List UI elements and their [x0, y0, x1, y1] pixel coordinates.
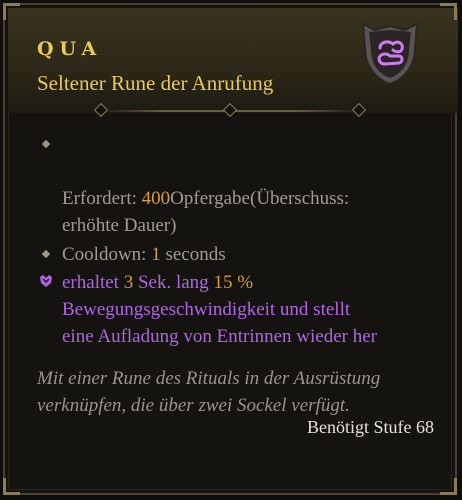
requirement-value: 400: [141, 188, 171, 209]
frame-corner: [440, 3, 457, 20]
requirement-line-2: erhöhte Dauer): [62, 215, 177, 236]
effect-percent: 15 %: [213, 272, 254, 293]
header-divider: [93, 102, 367, 118]
effect-prefix: erhaltet: [62, 272, 119, 293]
effect-mid: Sek. lang: [137, 272, 209, 293]
effect-bullet-icon: [40, 275, 52, 287]
effect-line-1: erhaltet 3 Sek. lang 15 %: [62, 270, 253, 295]
item-name: QUA: [37, 38, 103, 60]
frame-corner: [440, 478, 457, 495]
frame-corner: [3, 478, 20, 495]
cooldown-unit: seconds: [165, 244, 226, 265]
effect-duration: 3: [123, 272, 134, 293]
requirement-rest: Opfergabe(Überschuss:: [170, 188, 350, 209]
rune-emblem-icon: [361, 22, 419, 86]
item-type: Seltener Rune der Anrufung: [37, 71, 274, 95]
flavor-line-2: verknüpfen, die über zwei Sockel verfügt…: [37, 395, 350, 416]
cooldown-label: Cooldown:: [62, 244, 147, 265]
flavor-line-1: Mit einer Rune des Rituals in der Ausrüs…: [37, 368, 381, 389]
effect-line-2: Bewegungsgeschwindigkeit und stellt: [62, 299, 351, 320]
requirement-label: Erfordert:: [62, 188, 137, 209]
cooldown-line: Cooldown: 1 seconds: [62, 242, 226, 267]
required-level: Benötigt Stufe 68: [307, 417, 434, 437]
requirement-line: Erfordert: 400Opfergabe(Überschuss:: [62, 186, 349, 211]
effect-line-3: eine Aufladung von Entrinnen wieder her: [62, 326, 377, 347]
frame-corner: [3, 3, 20, 20]
cooldown-value: 1: [151, 244, 161, 265]
